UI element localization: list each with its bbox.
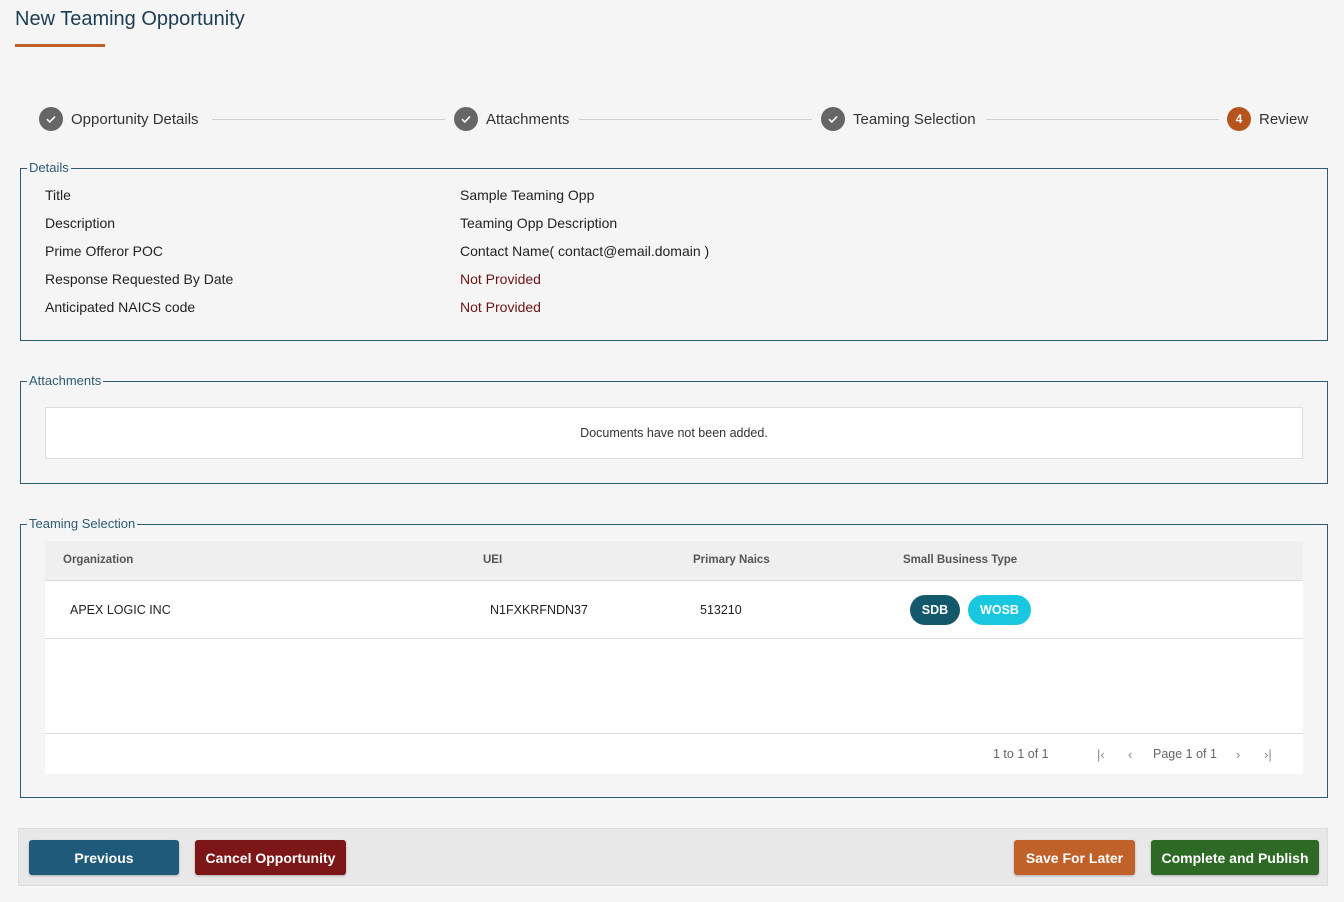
pagination-summary: 1 to 1 of 1 <box>993 747 1049 761</box>
detail-value-description: Teaming Opp Description <box>460 215 618 231</box>
complete-and-publish-button[interactable]: Complete and Publish <box>1151 840 1319 875</box>
step-label: Opportunity Details <box>71 110 199 128</box>
column-header-small-business-type[interactable]: Small Business Type <box>903 554 1017 566</box>
cancel-opportunity-button[interactable]: Cancel Opportunity <box>195 840 346 875</box>
detail-value-naics: Not Provided <box>460 299 541 315</box>
step-attachments[interactable]: Attachments <box>454 107 569 131</box>
cell-organization: APEX LOGIC INC <box>70 603 171 617</box>
detail-label-poc: Prime Offeror POC <box>45 243 163 259</box>
column-header-primary-naics[interactable]: Primary Naics <box>693 554 770 566</box>
page-title: New Teaming Opportunity <box>15 8 245 30</box>
cell-naics: 513210 <box>700 603 742 617</box>
sdb-badge: SDB <box>910 595 960 625</box>
step-opportunity-details[interactable]: Opportunity Details <box>39 107 199 131</box>
pagination-page: Page 1 of 1 <box>1153 747 1217 761</box>
check-icon <box>39 107 63 131</box>
step-number-badge: 4 <box>1227 107 1251 131</box>
step-label: Review <box>1259 110 1309 128</box>
detail-value-title: Sample Teaming Opp <box>460 187 595 203</box>
column-header-organization[interactable]: Organization <box>63 554 133 566</box>
wosb-badge: WOSB <box>968 595 1031 625</box>
column-header-uei[interactable]: UEI <box>483 554 502 566</box>
first-page-icon[interactable]: |‹ <box>1097 747 1105 762</box>
detail-label-description: Description <box>45 215 116 231</box>
grid-pagination: 1 to 1 of 1 |‹ ‹ Page 1 of 1 › ›| <box>45 733 1303 774</box>
step-label: Attachments <box>486 110 570 128</box>
attachments-legend: Attachments <box>27 373 104 388</box>
teaming-legend: Teaming Selection <box>27 516 138 531</box>
check-icon <box>454 107 478 131</box>
detail-label-title: Title <box>45 187 71 203</box>
step-teaming-selection[interactable]: Teaming Selection <box>821 107 976 131</box>
attachments-section: Attachments Documents have not been adde… <box>20 374 1328 484</box>
next-page-icon[interactable]: › <box>1236 747 1240 762</box>
detail-value-poc: Contact Name( contact@email.domain ) <box>460 243 710 259</box>
details-legend: Details <box>27 160 71 175</box>
attachments-empty-message: Documents have not been added. <box>45 407 1303 459</box>
step-connector <box>212 119 445 120</box>
table-row[interactable]: APEX LOGIC INC N1FXKRFNDN37 513210 SDB W… <box>45 581 1303 639</box>
grid-header: Organization UEI Primary Naics Small Bus… <box>45 541 1303 581</box>
details-section: Details Title Sample Teaming Opp Descrip… <box>20 161 1328 341</box>
step-connector <box>986 119 1219 120</box>
detail-label-naics: Anticipated NAICS code <box>45 299 196 315</box>
detail-value-response-date: Not Provided <box>460 271 541 287</box>
title-underline <box>15 44 105 47</box>
previous-page-icon[interactable]: ‹ <box>1128 747 1132 762</box>
step-connector <box>579 119 812 120</box>
teaming-grid: Organization UEI Primary Naics Small Bus… <box>45 541 1303 774</box>
detail-label-response-date: Response Requested By Date <box>45 271 234 287</box>
step-review[interactable]: 4 Review <box>1227 107 1308 131</box>
previous-button[interactable]: Previous <box>29 840 179 875</box>
save-for-later-button[interactable]: Save For Later <box>1014 840 1135 875</box>
check-icon <box>821 107 845 131</box>
stepper: Opportunity Details Attachments Teaming … <box>39 107 1309 131</box>
teaming-section: Teaming Selection Organization UEI Prima… <box>20 517 1328 798</box>
action-bar: Previous Cancel Opportunity Save For Lat… <box>18 828 1328 886</box>
cell-uei: N1FXKRFNDN37 <box>490 603 588 617</box>
step-label: Teaming Selection <box>853 110 976 128</box>
last-page-icon[interactable]: ›| <box>1264 747 1272 762</box>
